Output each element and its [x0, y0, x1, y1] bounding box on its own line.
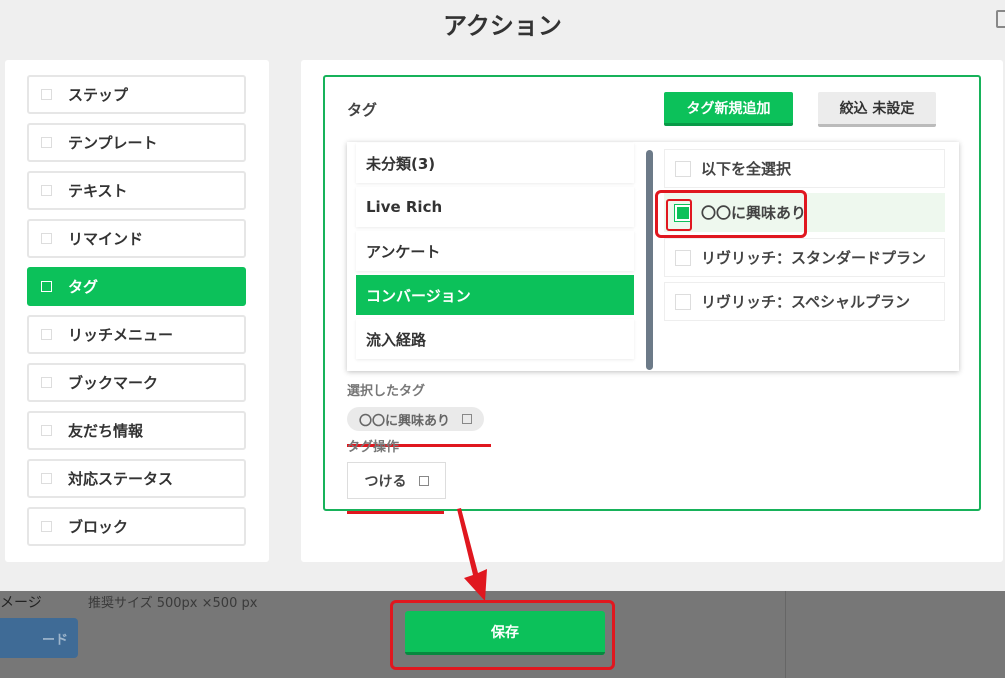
tag-item-label: リヴリッチ：スタンダードプラン	[701, 249, 927, 267]
category-item[interactable]: Live Rich	[356, 187, 634, 227]
checkbox-icon	[41, 89, 52, 100]
tag-operation-value: つける	[364, 473, 407, 490]
action-type-menu: ステップ テンプレート テキスト リマインド タグ リッチメニュー ブックマーク…	[5, 60, 269, 562]
background-upload-button: ード	[0, 618, 78, 658]
tag-settings-panel: タグ タグ新規追加 絞込 未設定 未分類(3) Live Rich アンケート …	[301, 60, 1003, 562]
tag-item-select-all[interactable]: 以下を全選択	[664, 149, 945, 188]
checkbox-icon	[41, 233, 52, 244]
menu-item-status[interactable]: 対応ステータス	[27, 459, 246, 498]
category-item[interactable]: 流入経路	[356, 319, 634, 359]
checkbox-icon	[41, 137, 52, 148]
tag-item-label: リヴリッチ：スペシャルプラン	[701, 293, 910, 311]
filter-button[interactable]: 絞込 未設定	[818, 92, 936, 127]
selected-tags-label: 選択したタグ	[347, 384, 426, 399]
tag-operation-select[interactable]: つける	[347, 462, 446, 499]
menu-item-label: 友だち情報	[68, 422, 144, 440]
background-size-hint: 推奨サイズ 500px ×500 px	[88, 596, 258, 611]
category-item[interactable]: 未分類(3)	[356, 143, 634, 183]
tag-settings-box: タグ タグ新規追加 絞込 未設定 未分類(3) Live Rich アンケート …	[323, 75, 981, 514]
checkbox-icon	[41, 185, 52, 196]
tag-operation-label: タグ操作	[347, 440, 400, 455]
menu-item-label: ブックマーク	[68, 374, 159, 392]
menu-item-text[interactable]: テキスト	[27, 171, 246, 210]
menu-item-label: リッチメニュー	[68, 326, 174, 344]
tag-item[interactable]: 〇〇に興味あり	[664, 193, 945, 232]
checkbox-icon	[41, 281, 52, 292]
menu-item-step[interactable]: ステップ	[27, 75, 246, 114]
background-divider	[785, 590, 786, 678]
category-scrollbar[interactable]	[646, 150, 653, 370]
modal-title: アクション	[443, 12, 562, 40]
checkbox-icon	[418, 475, 429, 486]
annotation-underline	[347, 511, 444, 514]
menu-item-template[interactable]: テンプレート	[27, 123, 246, 162]
checkbox-icon	[675, 249, 691, 266]
menu-item-rich-menu[interactable]: リッチメニュー	[27, 315, 246, 354]
checkbox-icon	[41, 329, 52, 340]
menu-item-tag[interactable]: タグ	[27, 267, 246, 306]
menu-item-block[interactable]: ブロック	[27, 507, 246, 546]
remove-tag-icon[interactable]	[462, 414, 473, 424]
expand-icon[interactable]	[996, 10, 1005, 28]
menu-item-label: テキスト	[68, 182, 128, 200]
checkbox-icon	[41, 521, 52, 532]
selected-tag-chip[interactable]: 〇〇に興味あり	[347, 407, 485, 431]
menu-item-label: タグ	[68, 278, 99, 296]
add-tag-button[interactable]: タグ新規追加	[664, 92, 793, 126]
tag-item[interactable]: リヴリッチ：スペシャルプラン	[664, 282, 945, 321]
menu-item-label: テンプレート	[68, 134, 158, 152]
menu-item-remind[interactable]: リマインド	[27, 219, 246, 258]
menu-item-label: リマインド	[68, 230, 144, 248]
checkbox-icon	[41, 473, 52, 484]
action-modal: アクション ステップ テンプレート テキスト リマインド タグ リッチメニュー …	[0, 0, 1005, 591]
selected-tag-chip-label: 〇〇に興味あり	[359, 413, 451, 429]
checkbox-icon	[41, 425, 52, 436]
checkbox-icon	[41, 377, 52, 388]
menu-item-label: 対応ステータス	[68, 470, 174, 488]
tag-heading: タグ	[347, 101, 378, 119]
tag-item[interactable]: リヴリッチ：スタンダードプラン	[664, 238, 945, 277]
menu-item-friend-info[interactable]: 友だち情報	[27, 411, 246, 450]
category-item-active[interactable]: コンバージョン	[356, 275, 634, 315]
checkbox-icon	[675, 293, 691, 310]
tag-item-label: 以下を全選択	[701, 160, 792, 178]
menu-item-label: ステップ	[68, 86, 129, 104]
menu-item-bookmark[interactable]: ブックマーク	[27, 363, 246, 402]
checkbox-icon	[675, 160, 691, 177]
background-image-label: メージ	[0, 595, 42, 611]
tag-picker: 未分類(3) Live Rich アンケート コンバージョン 流入経路 以下を全…	[347, 142, 959, 371]
checkbox-checked-icon	[674, 203, 692, 222]
category-item[interactable]: アンケート	[356, 231, 634, 271]
save-button[interactable]: 保存	[405, 611, 605, 655]
menu-item-label: ブロック	[68, 518, 129, 536]
tag-item-label: 〇〇に興味あり	[701, 204, 807, 222]
